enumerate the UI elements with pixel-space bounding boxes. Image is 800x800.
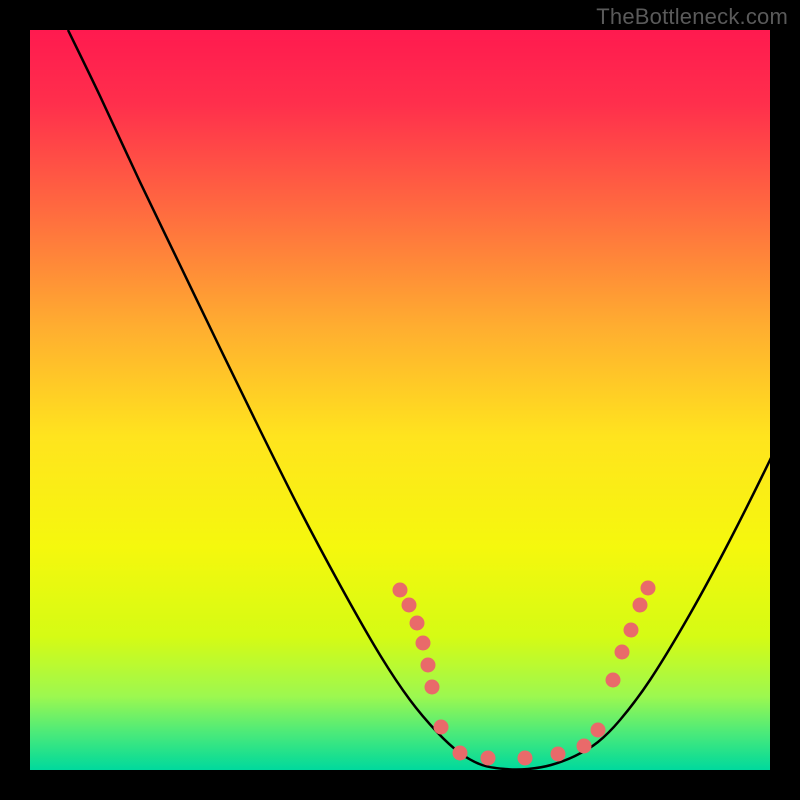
chart-stage: TheBottleneck.com [0, 0, 800, 800]
data-marker [633, 598, 648, 613]
data-marker [421, 658, 436, 673]
data-marker [624, 623, 639, 638]
data-marker [551, 747, 566, 762]
data-marker [606, 673, 621, 688]
data-marker [410, 616, 425, 631]
data-marker [591, 723, 606, 738]
data-marker [481, 751, 496, 766]
data-marker [393, 583, 408, 598]
data-marker [615, 645, 630, 660]
data-marker [641, 581, 656, 596]
data-marker [518, 751, 533, 766]
data-marker [416, 636, 431, 651]
data-marker [402, 598, 417, 613]
plot-background [30, 30, 770, 770]
data-marker [453, 746, 468, 761]
data-marker [577, 739, 592, 754]
chart-svg [0, 0, 800, 800]
data-marker [425, 680, 440, 695]
data-marker [434, 720, 449, 735]
watermark-text: TheBottleneck.com [596, 4, 788, 30]
